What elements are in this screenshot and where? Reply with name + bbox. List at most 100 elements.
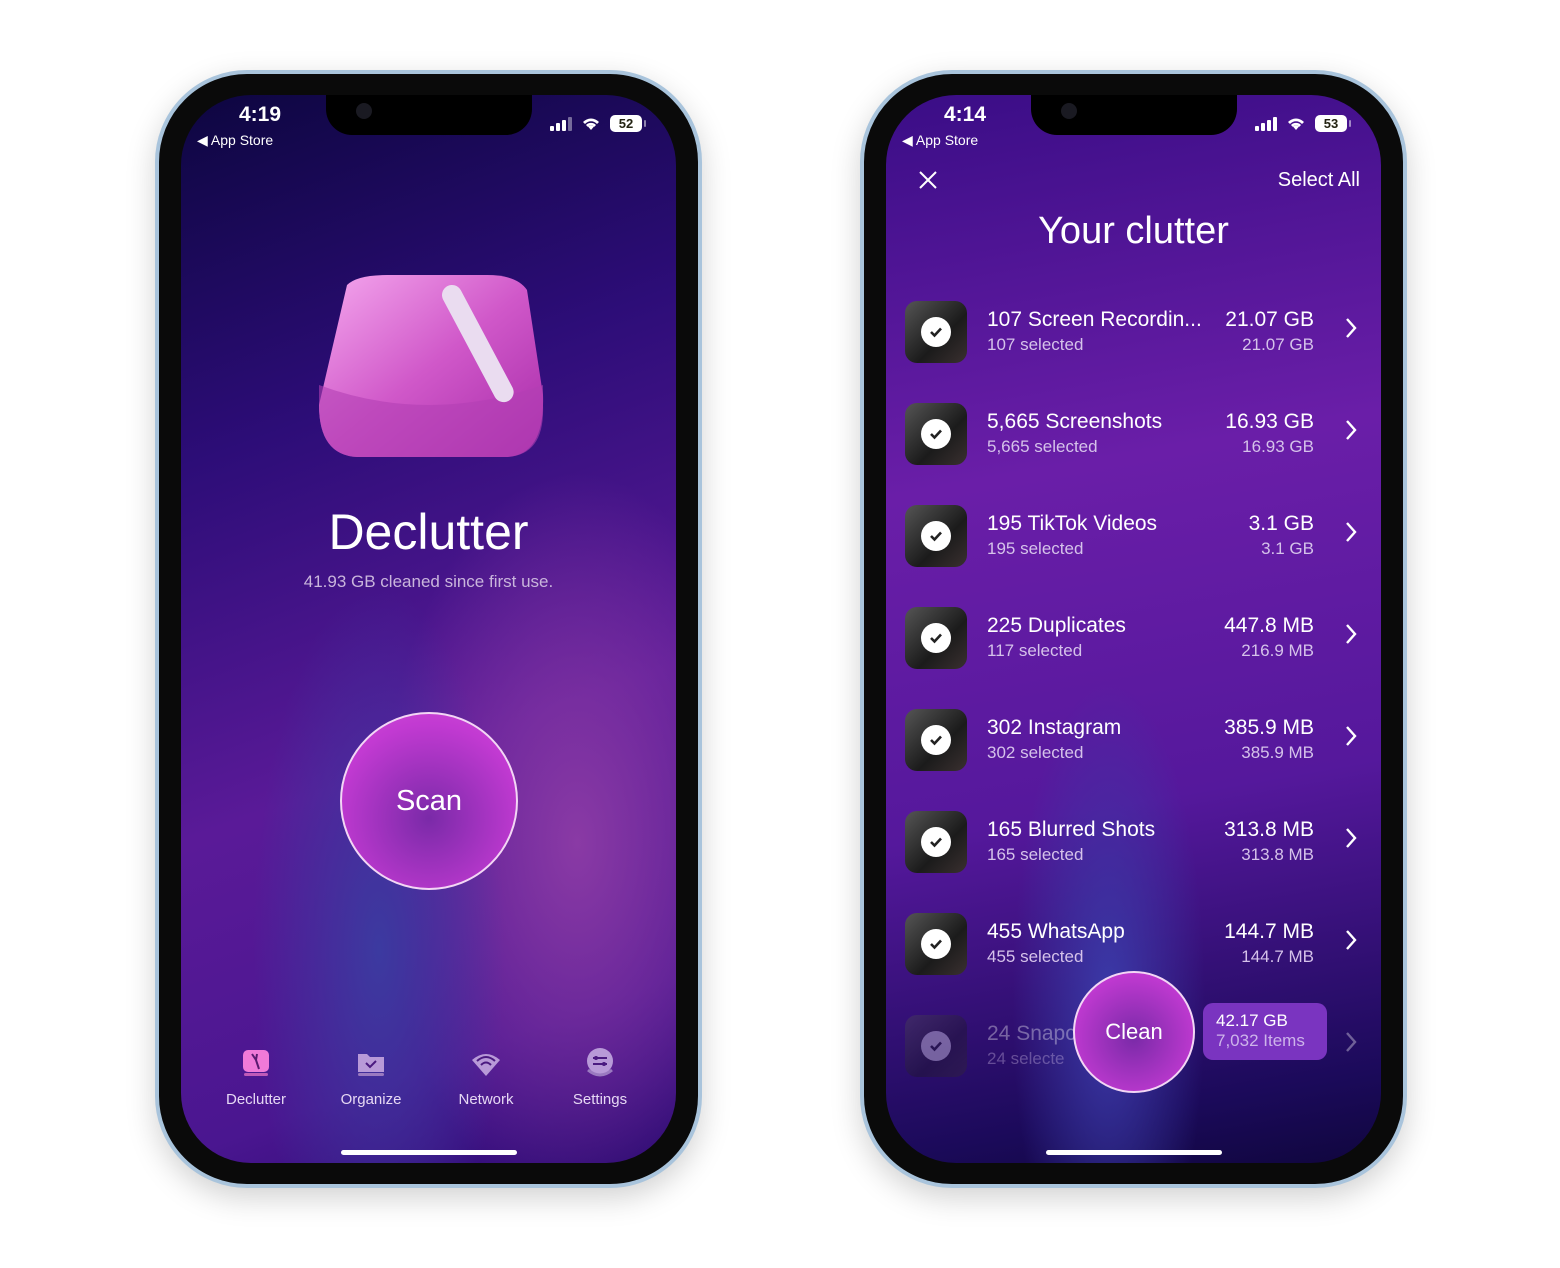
signal-icon [1255,116,1277,131]
checkmark-icon[interactable] [921,725,951,755]
item-size: 447.8 MB [1224,614,1314,637]
scan-button[interactable]: Scan [340,712,518,890]
item-title: 165 Blurred Shots [987,818,1156,841]
item-selected-size: 216.9 MB [1241,641,1314,660]
thumbnail [905,301,967,363]
item-selected-size: 313.8 MB [1241,845,1314,864]
scan-label: Scan [395,784,463,817]
camera [1060,103,1077,119]
tab-declutter[interactable]: Declutter [201,1045,311,1108]
battery-icon: 52 [610,115,646,132]
tab-network[interactable]: Network [431,1045,541,1108]
screen: 4:14 ◀ App Store 53 Select All Your clut… [886,95,1381,1163]
chevron-right-icon[interactable] [1345,827,1357,849]
item-selected-count: 117 selected [987,641,1083,660]
checkmark-icon[interactable] [921,827,951,857]
item-selected-count: 5,665 selected [987,437,1098,456]
close-icon[interactable] [918,170,938,190]
status-icons: 53 [1255,115,1351,132]
select-all-button[interactable]: Select All [1278,169,1360,192]
item-selected-count: 195 selected [987,539,1084,558]
item-selected-count: 165 selected [987,845,1084,864]
item-title: 455 WhatsApp [987,920,1125,943]
checkmark-icon[interactable] [921,419,951,449]
item-selected-count: 455 selected [987,947,1084,966]
item-selected-size: 385.9 MB [1241,743,1314,762]
chevron-right-icon[interactable] [1345,521,1357,543]
clutter-list-item[interactable]: 5,665 Screenshots 5,665 selected 16.93 G… [886,393,1381,473]
thumbnail [905,709,967,771]
item-size: 144.7 MB [1224,920,1314,943]
thumbnail [905,505,967,567]
status-time: 4:14 [944,103,987,126]
item-selected-size: 21.07 GB [1242,335,1314,354]
thumbnail [905,607,967,669]
signal-icon [550,116,572,131]
item-selected-size: 16.93 GB [1242,437,1314,456]
clutter-list-item[interactable]: 195 TikTok Videos 195 selected 3.1 GB 3.… [886,495,1381,575]
chevron-right-icon[interactable] [1345,1031,1357,1053]
checkmark-icon[interactable] [921,317,951,347]
item-selected-count: 24 selecte [987,1049,1065,1068]
item-selected-count: 302 selected [987,743,1084,762]
item-size: 16.93 GB [1225,410,1314,433]
clutter-list-item[interactable]: 107 Screen Recordin... 107 selected 21.0… [886,291,1381,371]
item-size: 313.8 MB [1224,818,1314,841]
clean-button[interactable]: Clean [1073,971,1195,1093]
screen: 4:19 ◀ App Store 52 Declutter 41.93 GB c… [181,95,676,1163]
camera [355,103,372,119]
home-indicator [1045,1150,1222,1155]
back-to-app-store[interactable]: ◀ App Store [197,132,273,149]
checkmark-icon[interactable] [921,1031,951,1061]
thumbnail [905,811,967,873]
chevron-right-icon[interactable] [1345,419,1357,441]
tab-organize[interactable]: Organize [316,1045,426,1108]
item-title: 5,665 Screenshots [987,410,1163,433]
home-indicator [340,1150,517,1155]
page-title: Your clutter [1038,210,1229,252]
chevron-right-icon[interactable] [1345,725,1357,747]
summary-total: 42.17 GB [1216,1011,1288,1030]
cleaned-summary: 41.93 GB cleaned since first use. [303,572,554,591]
checkmark-icon[interactable] [921,929,951,959]
item-title: 195 TikTok Videos [987,512,1158,535]
notch [1030,95,1237,135]
thumbnail [905,1015,967,1077]
checkmark-icon[interactable] [921,623,951,653]
thumbnail [905,913,967,975]
notch [325,95,532,135]
clean-label: Clean [1105,1019,1163,1044]
item-title: 107 Screen Recordin... [987,308,1202,331]
clutter-list-item[interactable]: 225 Duplicates 117 selected 447.8 MB 216… [886,597,1381,677]
battery-icon: 53 [1315,115,1351,132]
thumbnail [905,403,967,465]
wifi-icon [1288,118,1304,130]
clutter-list-item[interactable]: 165 Blurred Shots 165 selected 313.8 MB … [886,801,1381,881]
chevron-right-icon[interactable] [1345,317,1357,339]
app-title: Declutter [328,504,529,560]
sliders-icon [587,1048,613,1077]
back-to-app-store[interactable]: ◀ App Store [902,132,978,149]
item-title: 24 Snapc [987,1022,1076,1045]
item-size: 385.9 MB [1224,716,1314,739]
status-icons: 52 [550,115,646,132]
phone-your-clutter: 4:14 ◀ App Store 53 Select All Your clut… [860,70,1407,1188]
chevron-right-icon[interactable] [1345,623,1357,645]
item-size: 21.07 GB [1225,308,1314,331]
clutter-list-item[interactable]: 302 Instagram 302 selected 385.9 MB 385.… [886,699,1381,779]
item-title: 302 Instagram [987,716,1122,739]
item-selected-size: 3.1 GB [1261,539,1314,558]
summary-items: 7,032 Items [1216,1031,1305,1050]
tab-settings[interactable]: Settings [545,1045,655,1108]
phone-declutter-home: 4:19 ◀ App Store 52 Declutter 41.93 GB c… [155,70,702,1188]
chevron-right-icon[interactable] [1345,929,1357,951]
clean-summary-badge: 42.17 GB 7,032 Items [1203,1003,1327,1060]
declutter-icon [243,1050,269,1076]
item-selected-count: 107 selected [987,335,1084,354]
item-title: 225 Duplicates [987,614,1126,637]
item-selected-size: 144.7 MB [1241,947,1314,966]
status-time: 4:19 [239,103,282,126]
folder-check-icon [358,1054,384,1076]
checkmark-icon[interactable] [921,521,951,551]
declutter-app-logo [319,275,544,457]
